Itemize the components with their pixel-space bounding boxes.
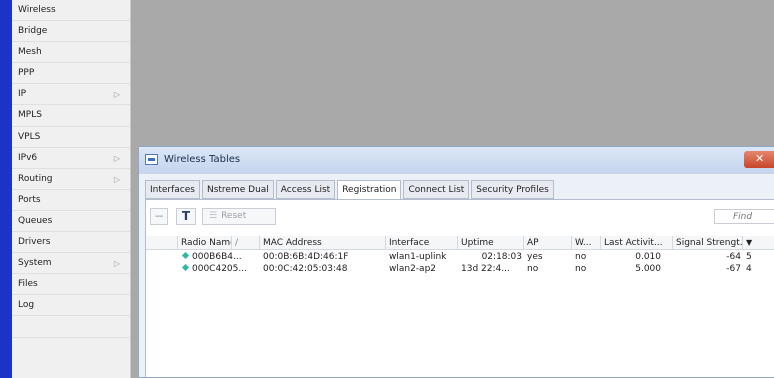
sidebar-item-label: Queues — [18, 215, 53, 226]
column-dropdown-icon[interactable]: ▼ — [743, 236, 774, 250]
find-input[interactable] — [714, 209, 774, 224]
toolbar: − T ☰ Reset — [146, 200, 774, 234]
sidebar-item-label: Wireless — [18, 5, 56, 15]
sidebar-item-label: IP — [18, 89, 27, 100]
sidebar-item-ppp[interactable]: PPP — [12, 63, 130, 85]
sidebar-item-label: IPv6 — [18, 152, 38, 163]
cell-mac-address: 00:0B:6B:4D:46:1F — [263, 252, 349, 262]
wireless-tables-window: Wireless Tables ✕ Interfaces Nstreme Dua… — [138, 146, 774, 378]
radio-icon — [181, 265, 190, 271]
cell-last-activity: 5.000 — [635, 264, 661, 274]
sidebar-item-drivers[interactable]: Drivers — [12, 232, 130, 254]
tab-bar: Interfaces Nstreme Dual Access List Regi… — [145, 180, 556, 200]
column-header-signal-strength[interactable]: Signal Strengt... — [673, 236, 743, 250]
tab-interfaces[interactable]: Interfaces — [145, 180, 200, 199]
tab-access-list[interactable]: Access List — [275, 180, 336, 199]
tab-security-profiles[interactable]: Security Profiles — [471, 180, 554, 199]
remove-button[interactable]: − — [150, 208, 168, 225]
sidebar-item-routing[interactable]: Routing ▷ — [12, 169, 130, 190]
radio-icon — [181, 253, 190, 259]
sidebar-item-label: Log — [18, 300, 35, 311]
close-button[interactable]: ✕ — [744, 151, 774, 168]
sidebar-item-label: Drivers — [18, 237, 51, 248]
sidebar-item-blank[interactable] — [12, 316, 130, 338]
cell-overflow: 5 — [746, 252, 752, 262]
cell-signal-strength: -67 — [726, 264, 741, 274]
cell-wds: no — [575, 252, 587, 262]
sidebar-item-files[interactable]: Files — [12, 274, 130, 296]
sidebar-item-ports[interactable]: Ports — [12, 190, 130, 211]
cell-overflow: 4 — [746, 264, 752, 274]
cell-interface: wlan1-uplink — [389, 252, 447, 262]
cell-wds: no — [575, 264, 587, 274]
tab-connect-list[interactable]: Connect List — [403, 180, 470, 199]
cell-radio-name: 000C4205... — [178, 263, 260, 275]
column-header-blank — [146, 236, 178, 250]
cell-uptime: 02:18:03 — [481, 252, 522, 262]
column-header-wds[interactable]: W... — [572, 236, 601, 250]
left-brand-bar — [0, 0, 12, 378]
reset-button[interactable]: ☰ Reset — [202, 208, 276, 225]
column-header-interface[interactable]: Interface — [386, 236, 458, 250]
sidebar-item-ip[interactable]: IP ▷ — [12, 84, 130, 106]
tab-nstreme-dual[interactable]: Nstreme Dual — [201, 180, 274, 199]
sidebar-item-log[interactable]: Log — [12, 295, 130, 317]
sidebar-item-label: Ports — [18, 194, 41, 205]
sidebar-item-system[interactable]: System ▷ — [12, 253, 130, 275]
sidebar-item-ipv6[interactable]: IPv6 ▷ — [12, 148, 130, 169]
cell-radio-name: 000B6B4... — [178, 251, 260, 263]
sidebar-item-label: MPLS — [18, 110, 42, 121]
sidebar-item-mpls[interactable]: MPLS — [12, 105, 130, 127]
cell-last-activity: 0.010 — [635, 252, 661, 262]
submenu-arrow-icon: ▷ — [113, 153, 120, 163]
reset-label: Reset — [221, 211, 247, 221]
cell-ap: no — [527, 264, 539, 274]
window-title: Wireless Tables — [164, 154, 241, 165]
window-titlebar[interactable]: Wireless Tables ✕ — [139, 147, 774, 174]
sidebar-item-label: System — [18, 258, 52, 269]
column-header-mac-address[interactable]: MAC Address — [260, 236, 386, 250]
column-header-uptime[interactable]: Uptime — [458, 236, 524, 250]
tab-registration[interactable]: Registration — [337, 180, 402, 200]
window-icon — [145, 154, 158, 165]
sidebar-item-label: Routing — [18, 173, 53, 184]
filter-button[interactable]: T — [176, 208, 196, 225]
sidebar-item-vpls[interactable]: VPLS — [12, 127, 130, 148]
cell-signal-strength: -64 — [726, 252, 741, 262]
sidebar-item-mesh[interactable]: Mesh — [12, 42, 130, 64]
sidebar-item-bridge[interactable]: Bridge — [12, 21, 130, 43]
close-icon: ✕ — [755, 152, 765, 165]
cell-uptime: 13d 22:4... — [461, 264, 510, 274]
submenu-arrow-icon: ▷ — [113, 90, 120, 100]
sidebar-item-wireless[interactable]: Wireless — [12, 0, 130, 22]
sidebar-item-label: Bridge — [18, 26, 48, 37]
sidebar-item-queues[interactable]: Queues — [12, 211, 130, 233]
submenu-arrow-icon: ▷ — [113, 259, 120, 269]
registration-panel: − T ☰Reset Radio Name / MAC Address Inte… — [145, 199, 774, 377]
submenu-arrow-icon: ▷ — [113, 174, 120, 184]
sidebar-menu: Wireless Bridge Mesh PPP IP ▷ MPLS VPLS I… — [12, 0, 131, 378]
reset-icon: ☰ — [209, 211, 218, 221]
sort-indicator[interactable]: / — [232, 236, 260, 250]
cell-ap: yes — [527, 252, 543, 262]
column-header-radio-name[interactable]: Radio Name — [178, 236, 232, 250]
cell-mac-address: 00:0C:42:05:03:48 — [263, 264, 348, 274]
cell-interface: wlan2-ap2 — [389, 264, 437, 274]
sidebar-item-label: PPP — [18, 68, 35, 79]
sidebar-item-label: VPLS — [18, 131, 41, 142]
column-header-last-activity[interactable]: Last Activit... — [601, 236, 673, 250]
sidebar-item-label: Files — [18, 279, 38, 290]
column-header-ap[interactable]: AP — [524, 236, 572, 250]
sidebar-item-label: Mesh — [18, 47, 42, 58]
